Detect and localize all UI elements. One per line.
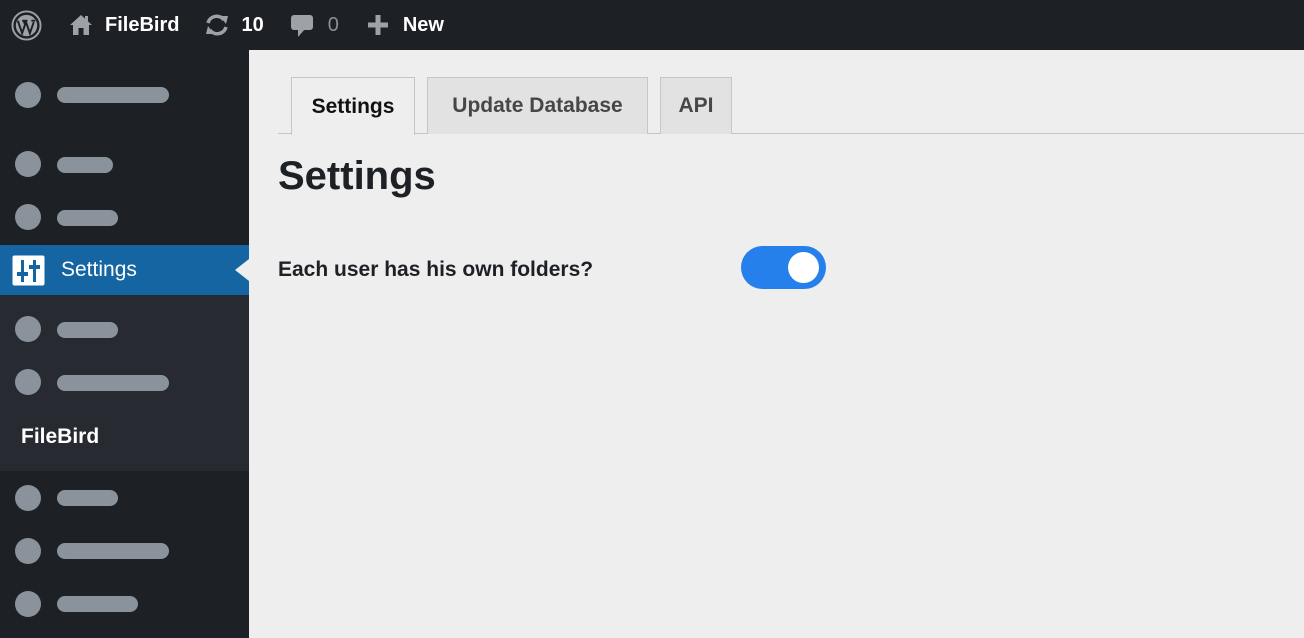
comment-bubble-icon (290, 12, 314, 38)
admin-bar: FileBird 10 0 New (0, 0, 1304, 50)
tab-settings[interactable]: Settings (291, 77, 415, 135)
site-name-link[interactable]: FileBird (68, 0, 179, 50)
menu-icon-placeholder (15, 538, 41, 564)
admin-sidebar: Settings FileBird (0, 50, 249, 638)
wordpress-logo-icon (11, 9, 42, 41)
menu-icon-placeholder (15, 82, 41, 108)
wordpress-logo-button[interactable] (11, 0, 42, 50)
refresh-icon (203, 12, 231, 38)
own-folders-toggle[interactable] (741, 246, 826, 289)
home-icon (68, 12, 94, 38)
menu-label-placeholder (57, 210, 118, 226)
own-folders-label: Each user has his own folders? (278, 258, 594, 281)
menu-label-placeholder (57, 322, 118, 338)
menu-label-placeholder (57, 596, 138, 612)
sidebar-item-settings[interactable]: Settings (0, 245, 249, 295)
menu-item-placeholder[interactable] (0, 68, 249, 121)
tab-api[interactable]: API (660, 77, 732, 134)
menu-icon-placeholder (15, 591, 41, 617)
menu-icon-placeholder (15, 151, 41, 177)
main-content: Settings Update Database API Settings Ea… (249, 50, 1304, 638)
menu-icon-placeholder (15, 204, 41, 230)
menu-label-placeholder (57, 157, 113, 173)
new-content-link[interactable]: New (367, 0, 444, 50)
menu-label-placeholder (57, 87, 169, 103)
menu-item-placeholder[interactable] (0, 524, 249, 577)
sidebar-item-label: Settings (61, 258, 137, 281)
menu-item-placeholder[interactable] (0, 191, 249, 244)
menu-label-placeholder (57, 490, 118, 506)
page-title: Settings (278, 154, 436, 198)
settings-sliders-icon (12, 255, 45, 286)
updates-link[interactable]: 10 (203, 0, 264, 50)
nav-tabs: Settings Update Database API (278, 77, 1304, 135)
menu-item-placeholder[interactable] (0, 138, 249, 191)
menu-label-placeholder (57, 375, 169, 391)
menu-label-placeholder (57, 543, 169, 559)
new-label: New (402, 13, 444, 36)
menu-icon-placeholder (15, 485, 41, 511)
submenu-item-placeholder[interactable] (0, 303, 249, 356)
menu-icon-placeholder (15, 316, 41, 342)
current-indicator-arrow (235, 259, 249, 281)
submenu-item-filebird[interactable]: FileBird (21, 425, 99, 449)
menu-item-placeholder[interactable] (0, 577, 249, 630)
menu-icon-placeholder (15, 369, 41, 395)
menu-item-placeholder[interactable] (0, 471, 249, 524)
updates-count: 10 (241, 13, 264, 36)
site-name: FileBird (105, 13, 180, 36)
settings-submenu: FileBird (0, 295, 249, 471)
comments-link[interactable]: 0 (290, 0, 339, 50)
toggle-knob (788, 252, 819, 283)
submenu-item-placeholder[interactable] (0, 356, 249, 409)
plus-icon (367, 14, 389, 36)
tab-update-database[interactable]: Update Database (427, 77, 648, 134)
comments-count: 0 (327, 13, 339, 36)
